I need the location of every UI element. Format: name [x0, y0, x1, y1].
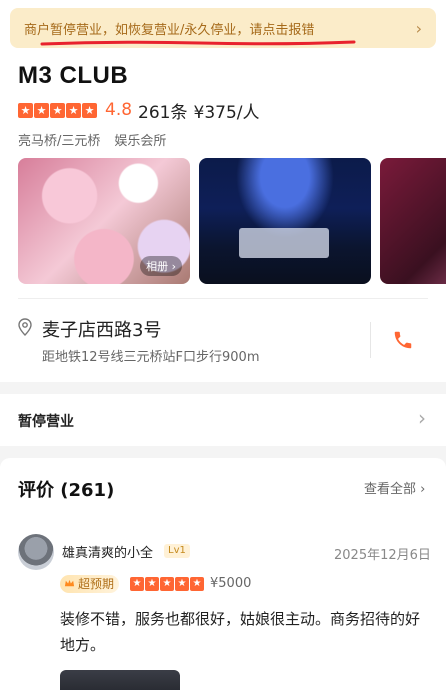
business-status-row[interactable]: 暂停营业 › — [0, 394, 446, 446]
address-line[interactable]: 麦子店西路3号 — [42, 316, 161, 342]
star-icon: ★ — [34, 102, 49, 118]
star-icon: ★ — [18, 102, 33, 118]
review-price: ¥5000 — [210, 576, 252, 591]
price-per-person: ¥375/人 — [193, 102, 260, 123]
rating-score: 4.8 — [105, 100, 133, 120]
chevron-right-icon: › — [415, 18, 422, 38]
photo-strip[interactable]: 相册 › — [18, 158, 446, 284]
view-all-link[interactable]: 查看全部 › — [364, 478, 425, 497]
exceed-expectation-badge: 超预期 — [60, 575, 120, 593]
rating-stars: ★ ★ ★ ★ ★ — [18, 102, 97, 118]
divider — [370, 322, 371, 358]
avatar[interactable] — [18, 534, 54, 570]
tag-area[interactable]: 亮马桥/三元桥 — [18, 130, 100, 149]
photo-lounge[interactable] — [199, 158, 371, 284]
status-label: 暂停营业 — [18, 414, 74, 430]
badge-label: 超预期 — [78, 577, 115, 591]
review-count: 261条 — [138, 102, 188, 123]
tag-category[interactable]: 娱乐会所 — [114, 130, 166, 149]
review-text[interactable]: 装修不错，服务也都很好，姑娘很主动。商务招待的好地方。 — [60, 606, 428, 658]
location-pin-icon — [18, 318, 32, 336]
star-icon: ★ — [160, 577, 174, 591]
notice-text: 商户暂停营业，如恢复营业/永久停业，请点击报错 — [24, 22, 315, 38]
review-date: 2025年12月6日 — [334, 548, 431, 563]
photo-neon[interactable] — [380, 158, 446, 284]
address-subline: 距地铁12号线三元桥站F口步行900m — [42, 350, 260, 365]
star-icon: ★ — [130, 577, 144, 591]
phone-icon[interactable] — [392, 329, 414, 351]
star-icon: ★ — [190, 577, 204, 591]
star-icon: ★ — [175, 577, 189, 591]
divider — [18, 298, 428, 299]
star-icon: ★ — [145, 577, 159, 591]
review-photo[interactable] — [60, 670, 180, 690]
album-label[interactable]: 相册 › — [140, 256, 182, 276]
rating-row[interactable]: ★ ★ ★ ★ ★ 4.8 261条 ¥375/人 — [18, 100, 260, 123]
red-underline-mark — [40, 40, 356, 46]
star-icon: ★ — [50, 102, 65, 118]
photo-balloons[interactable]: 相册 › — [18, 158, 190, 284]
reviews-title: 评价 (261) — [18, 480, 115, 501]
shop-tags: 亮马桥/三元桥 娱乐会所 — [18, 130, 166, 149]
lounge-table — [239, 228, 329, 258]
review-stars: ★ ★ ★ ★ ★ — [130, 577, 204, 591]
star-icon: ★ — [66, 102, 81, 118]
chevron-right-icon: › — [418, 406, 426, 430]
reviews-section: 评价 (261) 查看全部 › 雄真清爽的小全 Lv1 2025年12月6日 超… — [0, 458, 446, 690]
shop-header-card: 商户暂停营业，如恢复营业/永久停业，请点击报错 › M3 CLUB ★ ★ ★ … — [0, 0, 446, 382]
star-icon: ★ — [82, 102, 97, 118]
shop-name: M3 CLUB — [18, 62, 129, 89]
crown-icon — [64, 579, 75, 587]
level-badge: Lv1 — [164, 544, 190, 558]
reviewer-name[interactable]: 雄真清爽的小全 — [62, 542, 153, 561]
